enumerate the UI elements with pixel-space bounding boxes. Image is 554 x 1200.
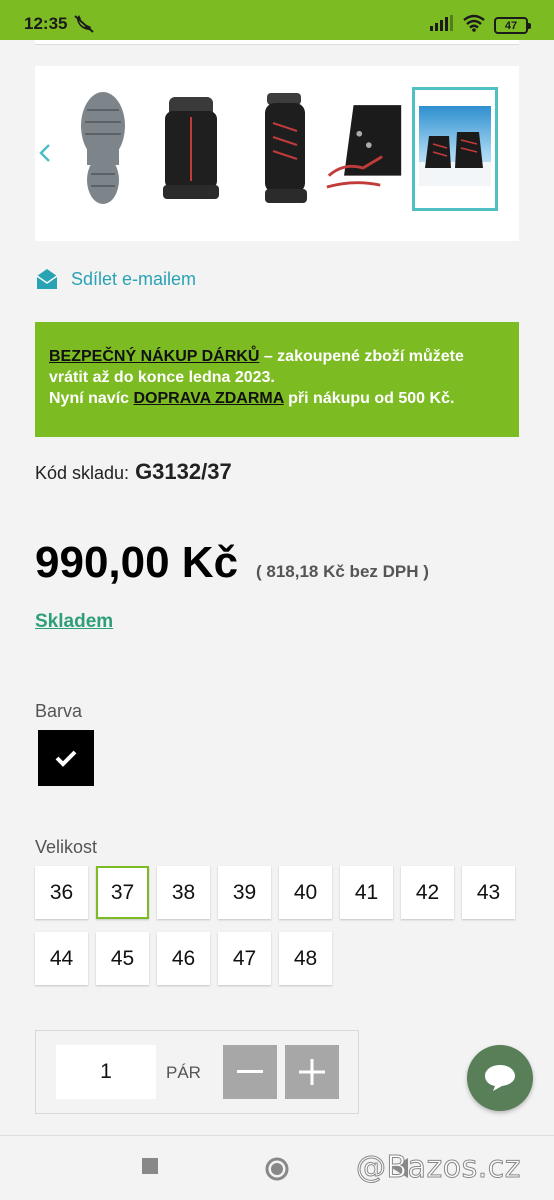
recents-button[interactable] — [142, 1158, 158, 1179]
increase-quantity-button[interactable] — [285, 1045, 339, 1099]
battery-icon: 47 — [494, 17, 531, 34]
size-option-38[interactable]: 38 — [157, 866, 210, 919]
size-option-36[interactable]: 36 — [35, 866, 88, 919]
promo-text-2-suffix: při nákupu od 500 Kč. — [283, 390, 455, 407]
size-option-43[interactable]: 43 — [462, 866, 515, 919]
price: 990,00 Kč — [35, 538, 239, 587]
promo-banner: BEZPEČNÝ NÁKUP DÁRKŮ – zakoupené zboží m… — [35, 322, 519, 437]
quantity-unit: PÁR — [166, 1063, 201, 1082]
product-gallery — [35, 66, 519, 241]
envelope-icon — [36, 269, 58, 289]
size-option-41[interactable]: 41 — [340, 866, 393, 919]
size-option-46[interactable]: 46 — [157, 932, 210, 985]
status-bar: 12:35 47 — [0, 0, 554, 40]
top-strip — [35, 40, 519, 45]
share-email-label: Sdílet e-mailem — [71, 268, 197, 289]
sku-value: G3132/37 — [135, 459, 232, 484]
signal-icon — [430, 15, 454, 36]
price-net: ( 818,18 Kč bez DPH ) — [256, 562, 429, 581]
size-option-37[interactable]: 37 — [96, 866, 149, 919]
stock-status-link[interactable]: Skladem — [35, 611, 113, 633]
snow-scene — [419, 106, 491, 186]
chat-bubble-icon — [485, 1065, 515, 1091]
thumbnail-boot-back[interactable] — [151, 88, 231, 208]
size-grid: 36 37 38 39 40 41 42 43 44 45 46 47 48 — [35, 866, 519, 985]
thumbnail-boot-laces[interactable] — [325, 88, 405, 208]
minus-icon — [237, 1070, 263, 1073]
size-option-47[interactable]: 47 — [218, 932, 271, 985]
size-label: Velikost — [35, 837, 98, 857]
circle-icon — [265, 1157, 289, 1181]
square-icon — [142, 1158, 158, 1174]
gallery-prev-button[interactable] — [35, 140, 55, 166]
checkmark-icon — [55, 750, 77, 767]
quantity-input[interactable] — [56, 1045, 156, 1099]
promo-text-2-prefix: Nyní navíc — [49, 390, 134, 407]
color-label: Barva — [35, 701, 83, 721]
share-email-link[interactable]: Sdílet e-mailem — [35, 268, 196, 290]
thumbnail-boots-in-snow[interactable] — [412, 87, 498, 211]
size-option-40[interactable]: 40 — [279, 866, 332, 919]
quantity-box: PÁR — [35, 1030, 359, 1114]
promo-free-shipping-link[interactable]: DOPRAVA ZDARMA — [133, 390, 283, 407]
sku-row: Kód skladu: G3132/37 — [35, 459, 232, 485]
thumbnail-boot-side[interactable] — [245, 88, 325, 208]
chevron-left-icon — [39, 144, 50, 162]
status-time: 12:35 — [24, 14, 68, 33]
home-button[interactable] — [264, 1156, 290, 1187]
promo-gift-link[interactable]: BEZPEČNÝ NÁKUP DÁRKŮ — [49, 348, 259, 365]
size-option-45[interactable]: 45 — [96, 932, 149, 985]
thumbnail-boot-sole[interactable] — [63, 88, 143, 208]
watermark: @Bazos.cz — [356, 1150, 521, 1186]
battery-level: 47 — [504, 19, 518, 32]
size-option-42[interactable]: 42 — [401, 866, 454, 919]
muted-phone-icon — [74, 15, 94, 38]
size-option-44[interactable]: 44 — [35, 932, 88, 985]
chat-button[interactable] — [467, 1045, 533, 1111]
wifi-icon — [462, 14, 486, 37]
color-swatch-black[interactable] — [38, 730, 94, 786]
decrease-quantity-button[interactable] — [223, 1045, 277, 1099]
size-option-39[interactable]: 39 — [218, 866, 271, 919]
sku-label: Kód skladu: — [35, 463, 130, 483]
plus-icon — [299, 1059, 325, 1085]
size-option-48[interactable]: 48 — [279, 932, 332, 985]
